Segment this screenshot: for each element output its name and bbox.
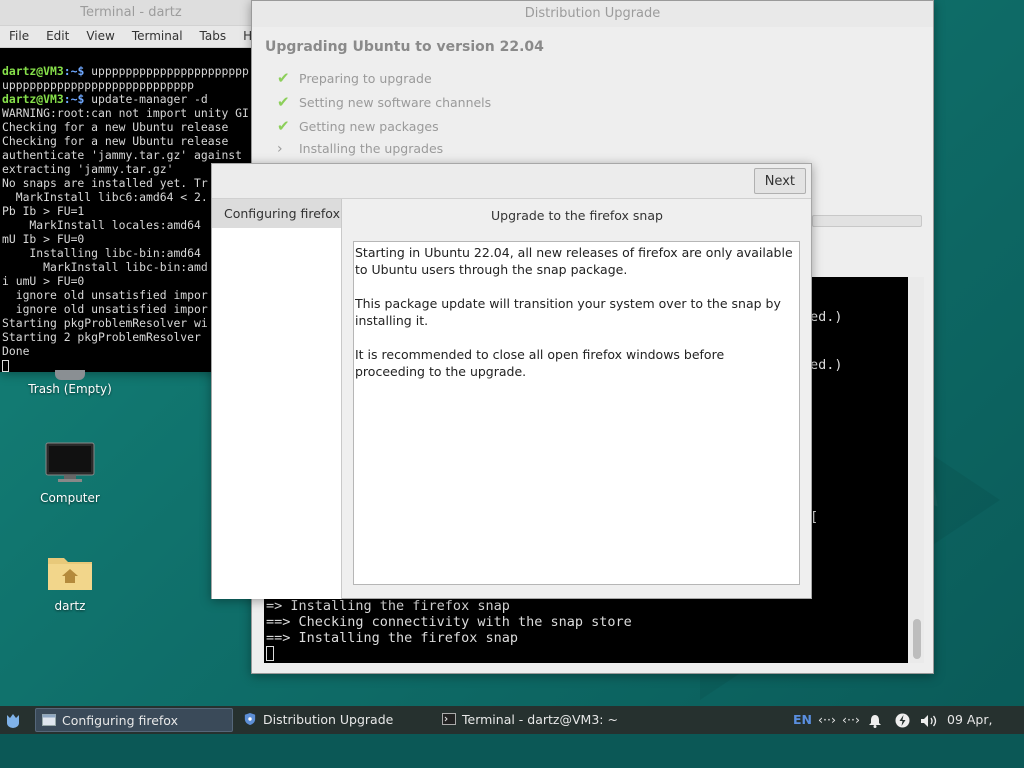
menu-tabs[interactable]: Tabs bbox=[191, 26, 235, 43]
checkmark-icon: ✔ bbox=[277, 93, 290, 111]
network-icon[interactable]: ‹··› bbox=[842, 706, 860, 734]
menu-view[interactable]: View bbox=[77, 26, 122, 43]
desktop-icon-trash[interactable]: Trash (Empty) bbox=[20, 378, 120, 396]
terminal-fragment: ed.) bbox=[810, 357, 843, 373]
task-configuring-firefox[interactable]: Configuring firefox bbox=[35, 708, 233, 732]
sidebar-item-configuring-firefox[interactable]: Configuring firefox bbox=[212, 199, 341, 228]
configuring-firefox-dialog[interactable]: Next Configuring firefox Upgrade to the … bbox=[211, 163, 812, 599]
terminal-line: dartz@VM3:~$ upppppppppppppppppppppp bbox=[2, 64, 249, 78]
terminal-menubar: File Edit View Terminal Tabs H bbox=[0, 26, 262, 48]
step-packages: ✔ Getting new packages bbox=[277, 117, 439, 135]
desktop-icon-label: Trash (Empty) bbox=[28, 382, 112, 396]
step-preparing: ✔ Preparing to upgrade bbox=[277, 69, 432, 87]
terminal-fragment: ed.) bbox=[810, 309, 843, 325]
checkmark-icon: ✔ bbox=[277, 69, 290, 87]
panel-title: Upgrade to the firefox snap bbox=[491, 208, 663, 223]
terminal-line: ==> Checking connectivity with the snap … bbox=[266, 614, 632, 630]
menu-terminal[interactable]: Terminal bbox=[123, 26, 191, 43]
upgrade-heading: Upgrading Ubuntu to version 22.04 bbox=[265, 39, 544, 55]
next-button[interactable]: Next bbox=[753, 168, 806, 194]
desktop-icon-label: dartz bbox=[54, 599, 86, 613]
terminal-icon bbox=[442, 713, 456, 725]
task-terminal[interactable]: Terminal - dartz@VM3: ~ bbox=[436, 708, 656, 732]
step-channels: ✔ Setting new software channels bbox=[277, 93, 491, 111]
text-cursor bbox=[2, 359, 9, 372]
terminal-line: uppppppppppppppppppppppppppp bbox=[2, 78, 195, 92]
terminal-line: WARNING:root:can not import unity GI bbox=[2, 106, 249, 120]
checkmark-icon: ✔ bbox=[277, 117, 290, 135]
text-cursor bbox=[266, 646, 274, 661]
step-label: Preparing to upgrade bbox=[299, 71, 432, 86]
task-label: Configuring firefox bbox=[62, 713, 178, 728]
desktop-icon-home[interactable]: dartz bbox=[20, 552, 120, 613]
menu-file[interactable]: File bbox=[0, 26, 37, 43]
info-paragraph: It is recommended to close all open fire… bbox=[355, 347, 725, 379]
taskbar: Configuring firefox Distribution Upgrade… bbox=[0, 706, 1024, 755]
window-title: Distribution Upgrade bbox=[524, 6, 661, 21]
terminal-line: => Installing the firefox snap bbox=[266, 598, 510, 614]
task-label: Terminal - dartz@VM3: ~ bbox=[462, 712, 618, 727]
terminal-scrollbar[interactable] bbox=[910, 277, 924, 663]
computer-icon bbox=[45, 442, 95, 482]
network-icon[interactable]: ‹··› bbox=[818, 706, 836, 734]
trash-icon bbox=[20, 370, 120, 380]
step-label: Installing the upgrades bbox=[299, 141, 444, 156]
power-icon[interactable] bbox=[895, 706, 910, 734]
dialog-toolbar: Next bbox=[212, 164, 811, 199]
desktop-icon-label: Computer bbox=[40, 491, 100, 505]
task-distribution-upgrade[interactable]: Distribution Upgrade bbox=[237, 708, 433, 732]
volume-icon[interactable] bbox=[920, 706, 938, 734]
step-label: Getting new packages bbox=[299, 119, 439, 134]
shield-icon bbox=[244, 713, 256, 725]
step-label: Setting new software channels bbox=[299, 95, 492, 110]
clock[interactable]: 09 Apr, 16:01 bbox=[947, 706, 1024, 755]
terminal-titlebar[interactable]: Terminal - dartz bbox=[0, 0, 262, 26]
info-paragraph: This package update will transition your… bbox=[355, 296, 781, 328]
home-folder-icon bbox=[48, 558, 92, 590]
window-icon bbox=[42, 714, 56, 726]
dist-titlebar[interactable]: Distribution Upgrade bbox=[252, 1, 933, 27]
menu-edit[interactable]: Edit bbox=[37, 26, 77, 43]
terminal-line: dartz@VM3:~$ update-manager -d bbox=[2, 92, 208, 106]
terminal-line: Checking for a new Ubuntu release bbox=[2, 120, 229, 134]
notification-bell-icon[interactable] bbox=[868, 706, 882, 734]
info-text-area[interactable]: Starting in Ubuntu 22.04, all new releas… bbox=[353, 241, 800, 585]
terminal-line: ==> Installing the firefox snap bbox=[266, 630, 518, 646]
dialog-sidebar: Configuring firefox bbox=[212, 199, 342, 599]
task-label: Distribution Upgrade bbox=[263, 712, 394, 727]
step-installing: › Installing the upgrades bbox=[277, 141, 443, 157]
upgrade-progress-bar bbox=[812, 215, 922, 227]
info-paragraph: Starting in Ubuntu 22.04, all new releas… bbox=[355, 245, 793, 277]
desktop-bottom-strip bbox=[0, 734, 1024, 768]
window-title: Terminal - dartz bbox=[80, 5, 182, 20]
terminal-line: authenticate 'jammy.tar.gz' against bbox=[2, 148, 243, 162]
keyboard-layout-indicator[interactable]: EN bbox=[793, 706, 812, 734]
chevron-right-icon: › bbox=[277, 141, 283, 157]
whisker-menu-icon[interactable] bbox=[4, 711, 22, 729]
scrollbar-thumb[interactable] bbox=[913, 619, 921, 659]
terminal-line: Checking for a new Ubuntu release bbox=[2, 134, 229, 148]
desktop-icon-computer[interactable]: Computer bbox=[20, 442, 120, 505]
